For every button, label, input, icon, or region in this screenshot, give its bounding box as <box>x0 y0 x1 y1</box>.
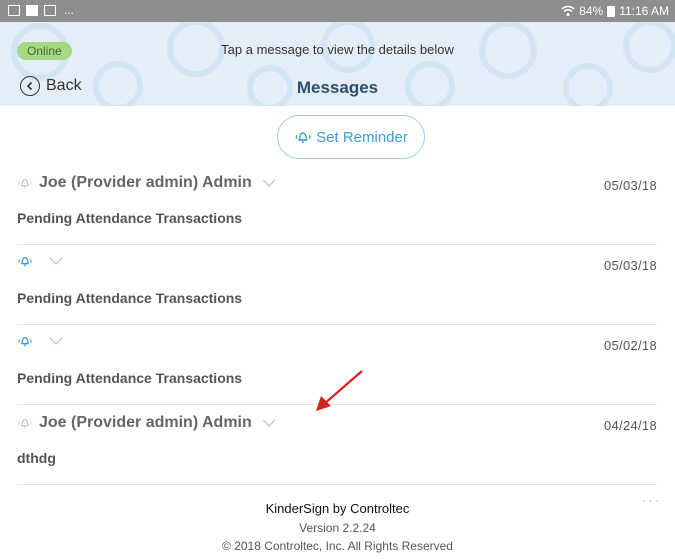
image-notification-icon <box>8 4 20 16</box>
mail-notification-icon <box>44 4 56 16</box>
message-subject: Pending Attendance Transactions <box>17 210 243 226</box>
wifi-icon <box>561 5 575 16</box>
message-subject: dthdg <box>17 450 56 466</box>
instruction-text: Tap a message to view the details below <box>221 42 454 57</box>
message-sender: Joe (Provider admin) Admin <box>39 174 252 191</box>
message-date: 04/24/18 <box>603 418 657 433</box>
app-name: KinderSign by Controltec <box>265 501 410 516</box>
bell-icon <box>18 256 32 267</box>
message-sender: Joe (Provider admin) Admin <box>39 414 252 431</box>
more-notifications: ... <box>64 3 75 17</box>
chevron-down-icon[interactable] <box>262 419 276 428</box>
set-reminder-label: Set Reminder <box>316 128 408 146</box>
header: Online Tap a message to view the details… <box>0 22 675 106</box>
message-item[interactable]: 05/03/18 Pending Attendance Transactions <box>17 244 657 325</box>
back-button[interactable]: Back <box>20 76 82 96</box>
copyright: © 2018 Controltec, Inc. All Rights Reser… <box>222 539 453 553</box>
battery-percent: 84% <box>579 4 604 18</box>
status-bar: ... 84% 11:16 AM <box>0 0 675 22</box>
chevron-down-icon[interactable] <box>262 179 276 188</box>
bell-icon <box>18 336 32 347</box>
set-reminder-button[interactable]: Set Reminder <box>277 115 425 159</box>
footer: KinderSign by Controltec Version 2.2.24 … <box>0 501 675 553</box>
red-arrow-annotation <box>316 370 363 411</box>
message-item[interactable]: Joe (Provider admin) Admin 05/03/18 Pend… <box>17 164 657 245</box>
status-bar-left: ... <box>8 3 74 17</box>
chevron-down-icon[interactable] <box>49 337 63 346</box>
message-subject: Pending Attendance Transactions <box>17 370 243 386</box>
bell-icon <box>295 132 311 143</box>
bell-icon <box>18 178 32 189</box>
status-bar-right: 84% 11:16 AM <box>561 4 669 18</box>
clock: 11:16 AM <box>619 4 669 18</box>
bell-icon <box>18 418 32 429</box>
app-notification-icon <box>26 4 38 16</box>
app-version: Version 2.2.24 <box>299 521 376 535</box>
page-title: Messages <box>296 78 379 97</box>
battery-icon <box>607 5 616 17</box>
message-date: 05/03/18 <box>603 178 657 193</box>
message-subject: Pending Attendance Transactions <box>17 290 243 306</box>
message-item[interactable]: Joe (Provider admin) Admin 04/24/18 dthd… <box>17 404 657 485</box>
back-arrow-icon <box>20 76 40 96</box>
chevron-down-icon[interactable] <box>49 257 63 266</box>
message-date: 05/02/18 <box>603 338 657 353</box>
message-date: 05/03/18 <box>603 258 657 273</box>
back-label: Back <box>46 77 82 94</box>
